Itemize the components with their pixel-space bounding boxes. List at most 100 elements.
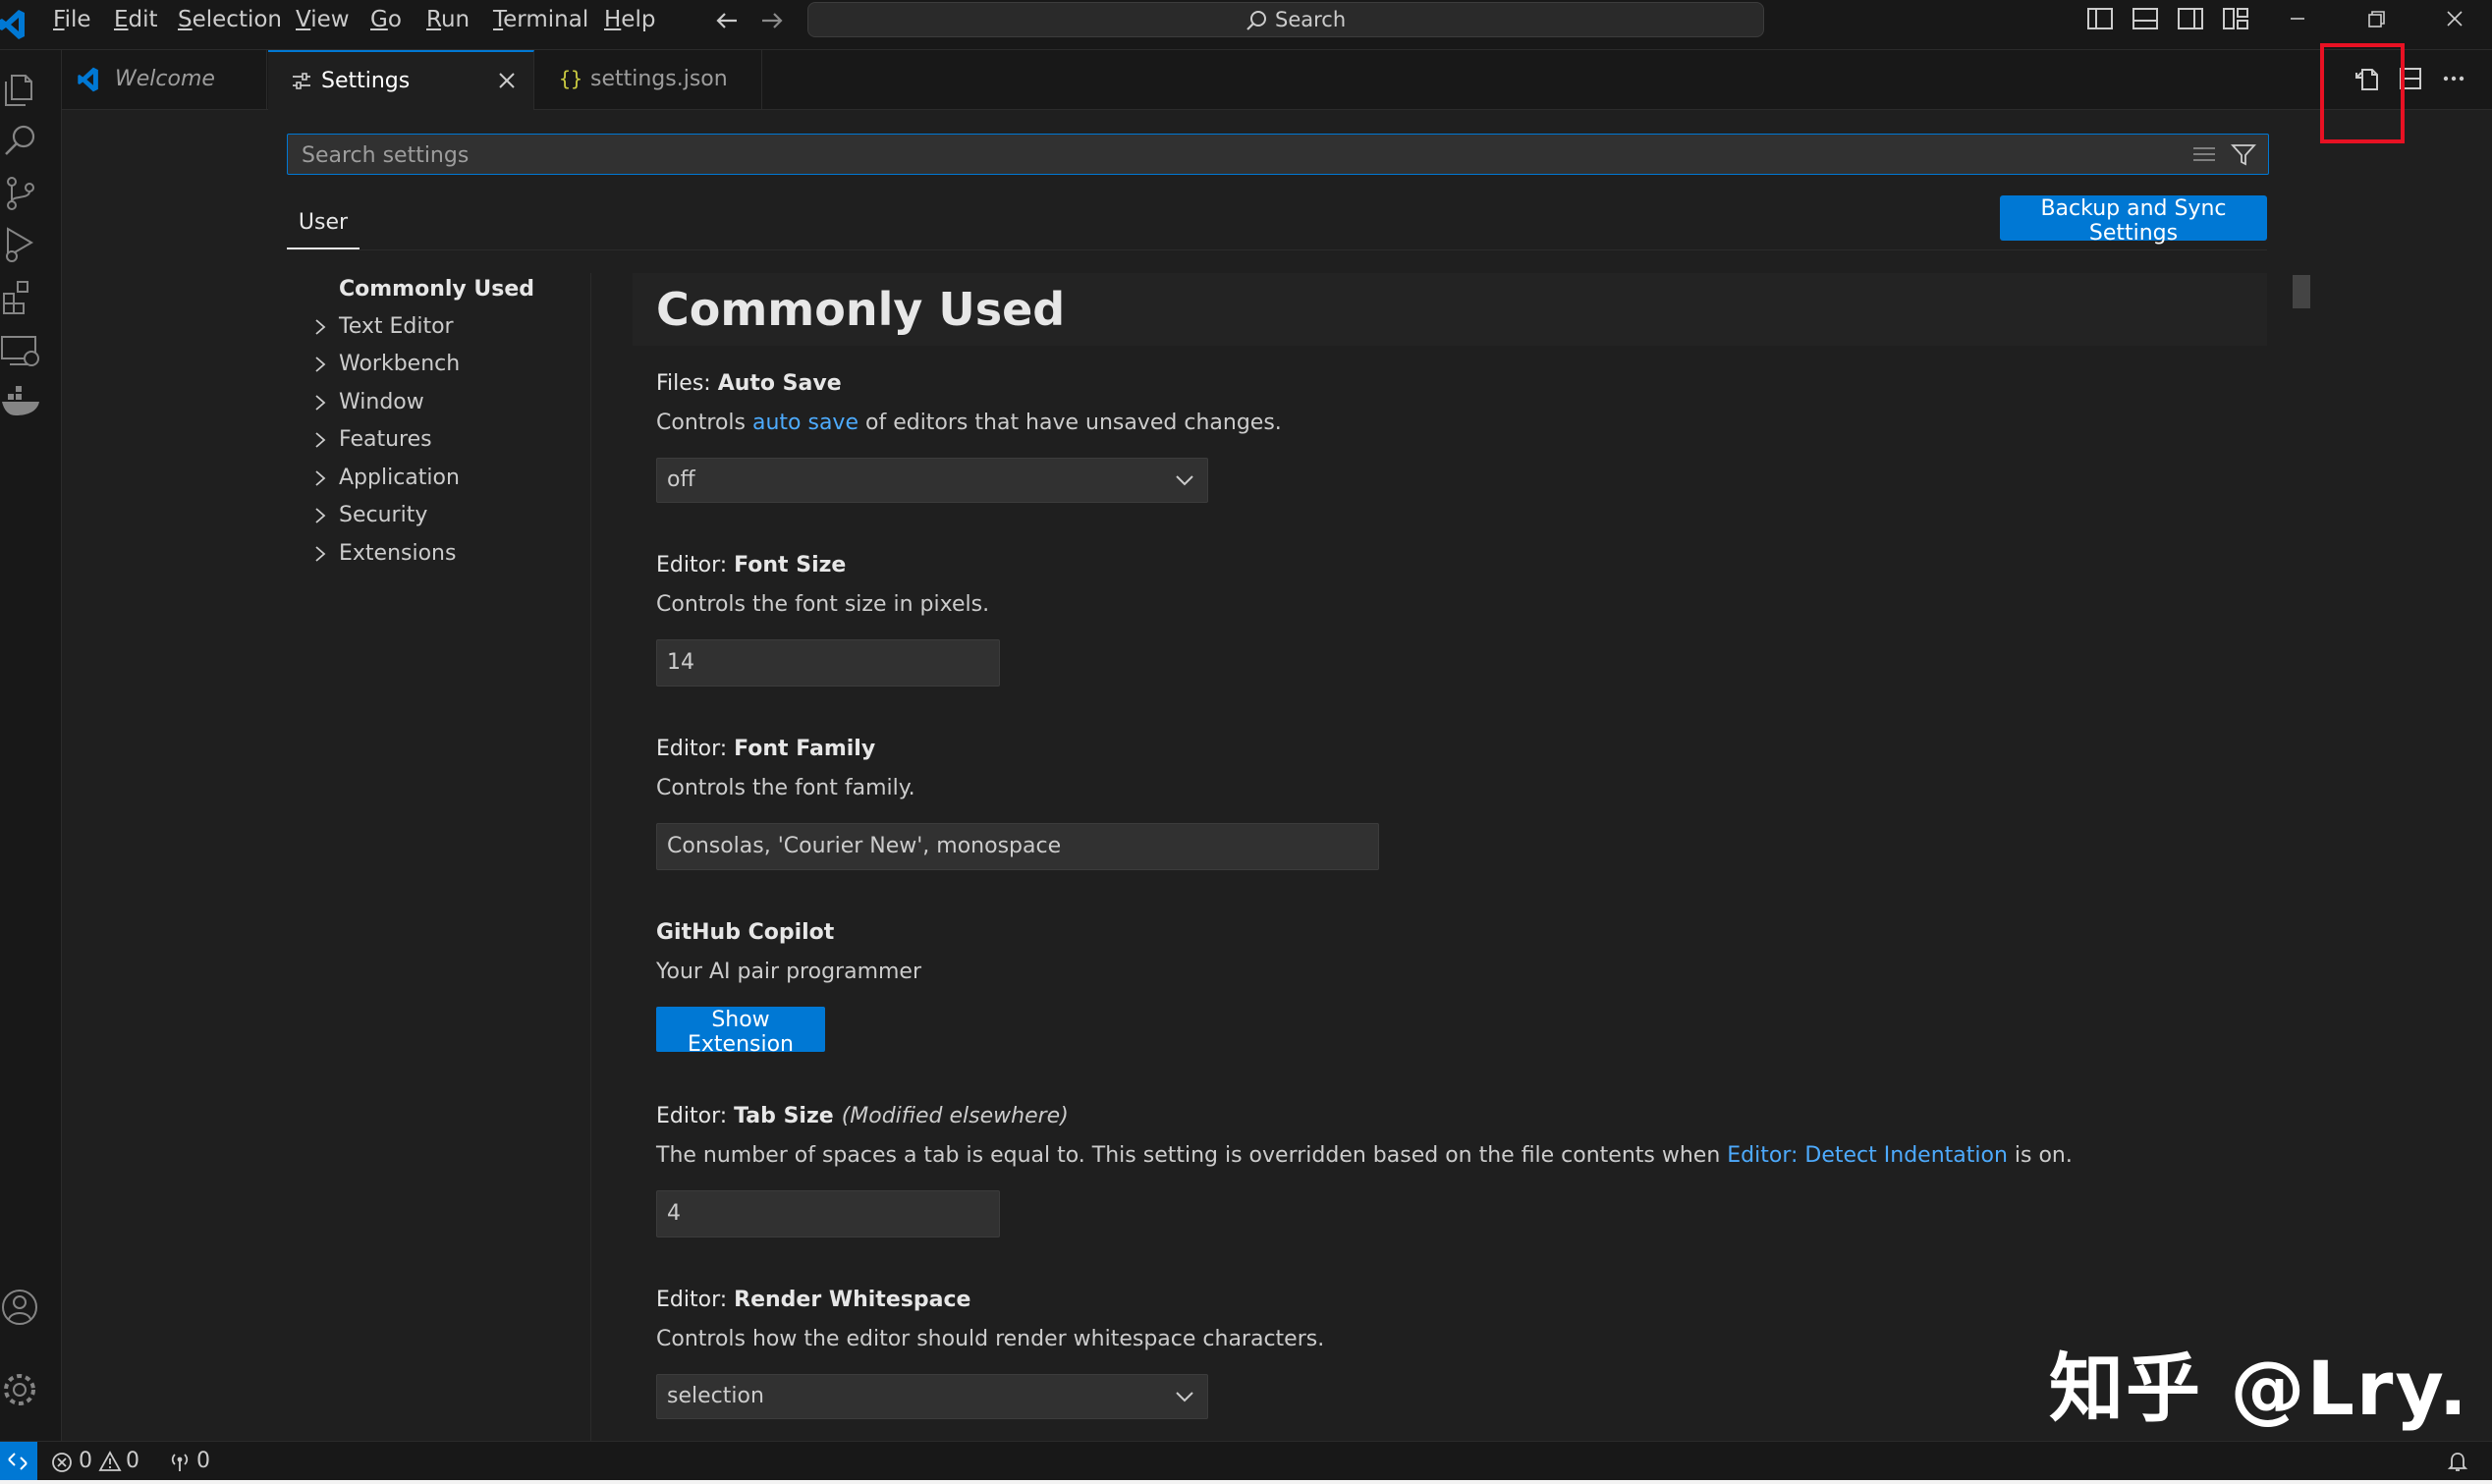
section-header: Commonly Used <box>633 273 2267 346</box>
toc-item-workbench[interactable]: Workbench <box>287 346 591 383</box>
setting-description: Your AI pair programmer <box>656 960 922 984</box>
vscode-logo-icon <box>0 10 25 39</box>
tab-settings[interactable]: Settings <box>268 50 534 110</box>
status-bar: 0 0 0 <box>0 1441 2492 1481</box>
forward-arrow-icon[interactable] <box>756 6 788 35</box>
toc-item-label: Text Editor <box>339 314 454 339</box>
editor-tab-bar: Welcome Settings {} settings.json <box>62 50 2492 110</box>
remote-explorer-icon[interactable] <box>0 329 43 372</box>
font-size-input[interactable]: 14 <box>656 639 1000 687</box>
toc-item-features[interactable]: Features <box>287 421 591 459</box>
auto-save-select[interactable]: off <box>656 458 1208 503</box>
toc-item-label: Application <box>339 466 460 490</box>
highlight-box <box>2320 43 2405 143</box>
setting-title: Editor: Font Family <box>656 737 876 761</box>
detect-indentation-link[interactable]: Editor: Detect Indentation <box>1727 1143 2008 1168</box>
minimize-icon[interactable] <box>2283 4 2312 33</box>
bottom-edge <box>0 1480 2492 1484</box>
tab-welcome[interactable]: Welcome <box>62 50 267 109</box>
search-view-icon[interactable] <box>0 119 43 162</box>
settings-search-input[interactable] <box>300 135 2170 176</box>
source-control-icon[interactable] <box>0 172 43 215</box>
chevron-right-icon <box>315 319 326 335</box>
setting-description: Controls the font family. <box>656 776 915 800</box>
vscode-window: File Edit Selection View Go Run Terminal… <box>0 0 2492 1484</box>
menu-help[interactable]: Help <box>598 0 661 39</box>
toc-item-label: Workbench <box>339 352 461 376</box>
menu-edit[interactable]: Edit <box>108 0 164 39</box>
auto-save-value: off <box>667 467 695 492</box>
back-arrow-icon[interactable] <box>711 6 743 35</box>
menu-selection[interactable]: Selection <box>172 0 288 39</box>
toc-item-window[interactable]: Window <box>287 384 591 421</box>
setting-title: Editor: Render Whitespace <box>656 1288 971 1312</box>
tab-size-value: 4 <box>667 1201 681 1226</box>
toc-item-label: Extensions <box>339 541 457 566</box>
docker-icon[interactable] <box>0 380 43 423</box>
toggle-primary-sidebar-icon[interactable] <box>2086 6 2114 31</box>
font-size-value: 14 <box>667 650 694 675</box>
toc-item-extensions[interactable]: Extensions <box>287 535 591 573</box>
scrollbar-thumb[interactable] <box>2293 275 2310 308</box>
more-actions-icon[interactable] <box>2439 64 2468 93</box>
auto-save-link[interactable]: auto save <box>752 411 858 435</box>
setting-title: GitHub Copilot <box>656 920 835 945</box>
toc-item-application[interactable]: Application <box>287 460 591 497</box>
run-debug-icon[interactable] <box>0 223 43 266</box>
chevron-right-icon <box>315 357 326 372</box>
toc-item-label: Commonly Used <box>339 277 535 302</box>
section-title: Commonly Used <box>656 283 1066 336</box>
menu-terminal[interactable]: Terminal <box>487 0 594 39</box>
toggle-panel-icon[interactable] <box>2132 6 2159 31</box>
modified-elsewhere-note[interactable]: (Modified elsewhere) <box>842 1104 1069 1128</box>
chevron-right-icon <box>315 395 326 411</box>
search-icon <box>1246 11 1266 30</box>
filter-icon[interactable] <box>2231 142 2256 166</box>
chevron-down-icon <box>1176 1392 1193 1402</box>
manage-gear-icon[interactable] <box>0 1368 43 1411</box>
explorer-icon[interactable] <box>0 68 43 111</box>
error-icon <box>52 1453 72 1472</box>
close-tab-icon[interactable] <box>496 70 518 91</box>
chevron-right-icon <box>315 546 326 562</box>
scope-divider <box>287 249 2267 250</box>
tab-settings-json[interactable]: {} settings.json <box>535 50 762 109</box>
setting-description: Controls auto save of editors that have … <box>656 411 1282 435</box>
scope-tab-user[interactable]: User <box>287 202 360 249</box>
menu-run[interactable]: Run <box>420 0 475 39</box>
clear-filter-icon[interactable] <box>2191 142 2217 166</box>
chevron-down-icon <box>1176 475 1193 486</box>
toc-item-text-editor[interactable]: Text Editor <box>287 308 591 346</box>
command-center-label: Search <box>1275 8 1347 31</box>
toggle-secondary-sidebar-icon[interactable] <box>2177 6 2204 31</box>
accounts-icon[interactable] <box>0 1286 43 1329</box>
font-family-value: Consolas, 'Courier New', monospace <box>667 834 1062 858</box>
font-family-input[interactable]: Consolas, 'Courier New', monospace <box>656 823 1379 870</box>
menu-view[interactable]: View <box>290 0 356 39</box>
chevron-right-icon <box>315 432 326 448</box>
setting-title: Editor: Tab Size (Modified elsewhere) <box>656 1104 1069 1128</box>
notifications-bell-icon[interactable] <box>2446 1450 2469 1473</box>
settings-sliders-icon <box>293 73 310 89</box>
tab-size-input[interactable]: 4 <box>656 1190 1000 1237</box>
show-extension-button[interactable]: Show Extension <box>656 1007 825 1057</box>
render-whitespace-select[interactable]: selection <box>656 1374 1208 1419</box>
settings-search-box[interactable] <box>287 134 2269 176</box>
toc-item-commonly-used[interactable]: Commonly Used <box>287 271 591 308</box>
vscode-logo-icon <box>78 67 98 92</box>
remote-indicator[interactable] <box>0 1442 37 1481</box>
setting-description: Controls how the editor should render wh… <box>656 1327 1325 1351</box>
menu-go[interactable]: Go <box>364 0 408 39</box>
toc-item-label: Security <box>339 503 428 527</box>
close-window-icon[interactable] <box>2440 4 2469 33</box>
extensions-icon[interactable] <box>0 276 43 319</box>
restore-icon[interactable] <box>2361 4 2391 33</box>
ports-count: 0 <box>196 1449 210 1473</box>
toc-item-security[interactable]: Security <box>287 497 591 534</box>
backup-sync-button[interactable]: Backup and Sync Settings <box>2000 195 2267 246</box>
render-whitespace-value: selection <box>667 1384 764 1408</box>
menu-file[interactable]: File <box>47 0 97 39</box>
setting-description: Controls the font size in pixels. <box>656 592 990 617</box>
command-center-search[interactable]: Search <box>807 2 1764 37</box>
customize-layout-icon[interactable] <box>2222 6 2249 31</box>
